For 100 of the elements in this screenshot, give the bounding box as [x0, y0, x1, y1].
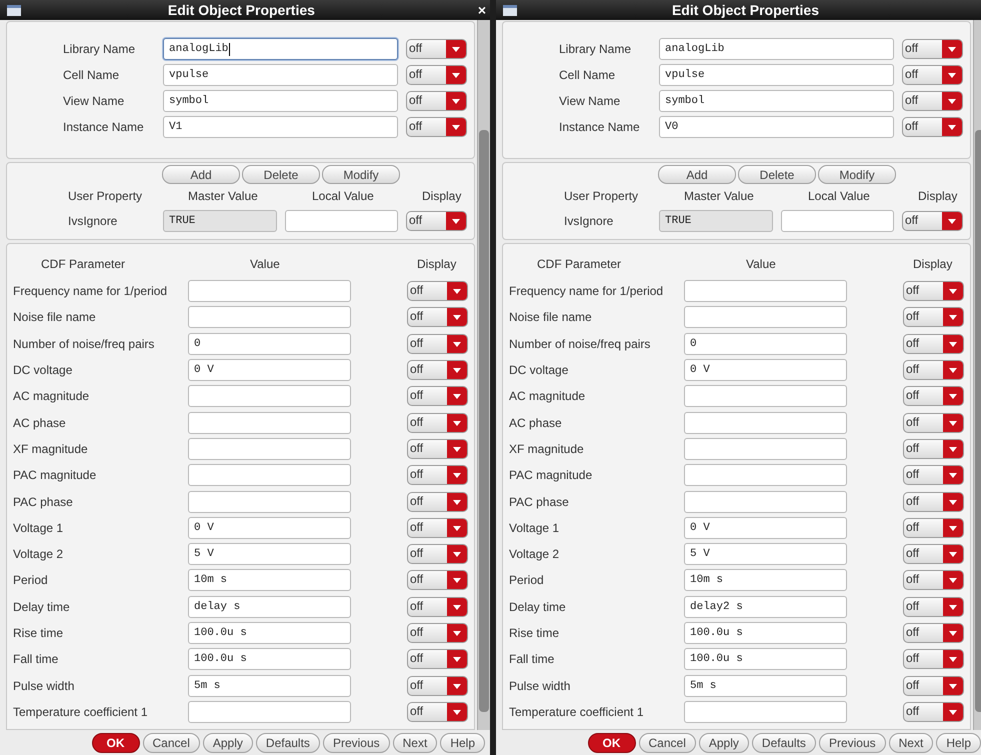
- display-dropdown[interactable]: off: [902, 39, 963, 59]
- display-dropdown[interactable]: off: [903, 386, 964, 406]
- display-dropdown[interactable]: off: [903, 570, 964, 590]
- value-field[interactable]: 0 V: [188, 516, 351, 539]
- value-field[interactable]: [684, 385, 847, 408]
- text-field[interactable]: symbol: [163, 90, 398, 112]
- text-field[interactable]: analogLib: [659, 38, 894, 60]
- display-dropdown[interactable]: off: [406, 117, 467, 137]
- display-dropdown[interactable]: off: [407, 702, 468, 722]
- dialog-button[interactable]: OK: [588, 732, 636, 752]
- value-field[interactable]: 5m s: [684, 674, 847, 697]
- value-field[interactable]: [684, 438, 847, 460]
- display-dropdown[interactable]: off: [902, 117, 963, 137]
- local-value-field[interactable]: [781, 210, 894, 232]
- text-field[interactable]: analogLib: [163, 38, 398, 60]
- display-dropdown[interactable]: off: [903, 544, 964, 564]
- value-field[interactable]: [188, 412, 351, 434]
- display-dropdown[interactable]: off: [903, 438, 964, 459]
- value-field[interactable]: [188, 306, 351, 328]
- value-field[interactable]: 100.0u s: [684, 622, 847, 644]
- value-field[interactable]: [684, 412, 847, 434]
- text-field[interactable]: V1: [163, 116, 398, 138]
- display-dropdown[interactable]: off: [407, 307, 468, 328]
- display-dropdown[interactable]: off: [407, 596, 468, 617]
- scrollbar[interactable]: [477, 20, 490, 730]
- panel-button[interactable]: Add: [162, 165, 240, 184]
- display-dropdown[interactable]: off: [903, 360, 964, 380]
- value-field[interactable]: [188, 438, 351, 460]
- value-field[interactable]: delay2 s: [684, 596, 847, 618]
- display-dropdown[interactable]: off: [903, 307, 964, 328]
- value-field[interactable]: [188, 464, 351, 486]
- dialog-button[interactable]: Apply: [202, 732, 253, 752]
- value-field[interactable]: [188, 280, 351, 302]
- display-dropdown[interactable]: off: [903, 623, 964, 643]
- value-field[interactable]: 10m s: [684, 569, 847, 592]
- display-dropdown[interactable]: off: [407, 492, 468, 512]
- value-field[interactable]: 5 V: [188, 543, 351, 566]
- display-dropdown[interactable]: off: [903, 649, 964, 670]
- text-field[interactable]: V0: [659, 116, 894, 138]
- value-field[interactable]: [188, 490, 351, 513]
- panel-button[interactable]: Delete: [738, 165, 816, 184]
- dialog-button[interactable]: Previous: [322, 732, 390, 752]
- panel-button[interactable]: Delete: [242, 165, 320, 184]
- display-dropdown[interactable]: off: [407, 412, 468, 433]
- dialog-button[interactable]: Help: [936, 732, 981, 752]
- display-dropdown[interactable]: off: [407, 386, 468, 406]
- display-dropdown[interactable]: off: [407, 281, 468, 302]
- local-value-field[interactable]: [285, 210, 398, 232]
- display-dropdown[interactable]: off: [902, 65, 963, 85]
- display-dropdown[interactable]: off: [407, 570, 468, 590]
- display-dropdown[interactable]: off: [903, 518, 964, 538]
- display-dropdown[interactable]: off: [406, 211, 467, 231]
- display-dropdown[interactable]: off: [406, 65, 467, 85]
- value-field[interactable]: delay s: [188, 596, 351, 618]
- display-dropdown[interactable]: off: [903, 334, 964, 354]
- display-dropdown[interactable]: off: [407, 623, 468, 643]
- value-field[interactable]: [684, 280, 847, 302]
- panel-button[interactable]: Modify: [818, 165, 896, 184]
- display-dropdown[interactable]: off: [902, 91, 963, 111]
- value-field[interactable]: 100.0u s: [188, 622, 351, 644]
- dialog-button[interactable]: Defaults: [256, 732, 320, 752]
- display-dropdown[interactable]: off: [407, 438, 468, 459]
- display-dropdown[interactable]: off: [407, 465, 468, 486]
- dialog-button[interactable]: Apply: [698, 732, 749, 752]
- value-field[interactable]: [684, 490, 847, 513]
- value-field[interactable]: 0 V: [684, 359, 847, 382]
- display-dropdown[interactable]: off: [903, 702, 964, 722]
- display-dropdown[interactable]: off: [407, 676, 468, 696]
- dialog-button[interactable]: Help: [440, 732, 485, 752]
- dialog-button[interactable]: Next: [392, 732, 438, 752]
- close-button[interactable]: ×: [474, 2, 490, 18]
- value-field[interactable]: 100.0u s: [188, 648, 351, 670]
- text-field[interactable]: vpulse: [659, 64, 894, 86]
- dialog-button[interactable]: Cancel: [142, 732, 200, 752]
- display-dropdown[interactable]: off: [406, 39, 467, 59]
- value-field[interactable]: 0 V: [188, 359, 351, 382]
- text-field[interactable]: vpulse: [163, 64, 398, 86]
- display-dropdown[interactable]: off: [407, 544, 468, 564]
- display-dropdown[interactable]: off: [903, 281, 964, 302]
- value-field[interactable]: [684, 464, 847, 486]
- dialog-button[interactable]: Cancel: [638, 732, 696, 752]
- panel-button[interactable]: Add: [658, 165, 736, 184]
- value-field[interactable]: 100.0u s: [684, 648, 847, 670]
- value-field[interactable]: 10m s: [188, 569, 351, 592]
- dialog-button[interactable]: OK: [92, 732, 140, 752]
- display-dropdown[interactable]: off: [902, 211, 963, 231]
- value-field[interactable]: 0 V: [684, 516, 847, 539]
- display-dropdown[interactable]: off: [407, 518, 468, 538]
- display-dropdown[interactable]: off: [903, 676, 964, 696]
- display-dropdown[interactable]: off: [903, 596, 964, 617]
- value-field[interactable]: [188, 385, 351, 408]
- display-dropdown[interactable]: off: [903, 412, 964, 433]
- value-field[interactable]: 0: [188, 332, 351, 355]
- value-field[interactable]: [684, 700, 847, 723]
- dialog-button[interactable]: Next: [888, 732, 934, 752]
- value-field[interactable]: 5m s: [188, 674, 351, 697]
- display-dropdown[interactable]: off: [407, 334, 468, 354]
- display-dropdown[interactable]: off: [406, 91, 467, 111]
- display-dropdown[interactable]: off: [903, 465, 964, 486]
- panel-button[interactable]: Modify: [322, 165, 400, 184]
